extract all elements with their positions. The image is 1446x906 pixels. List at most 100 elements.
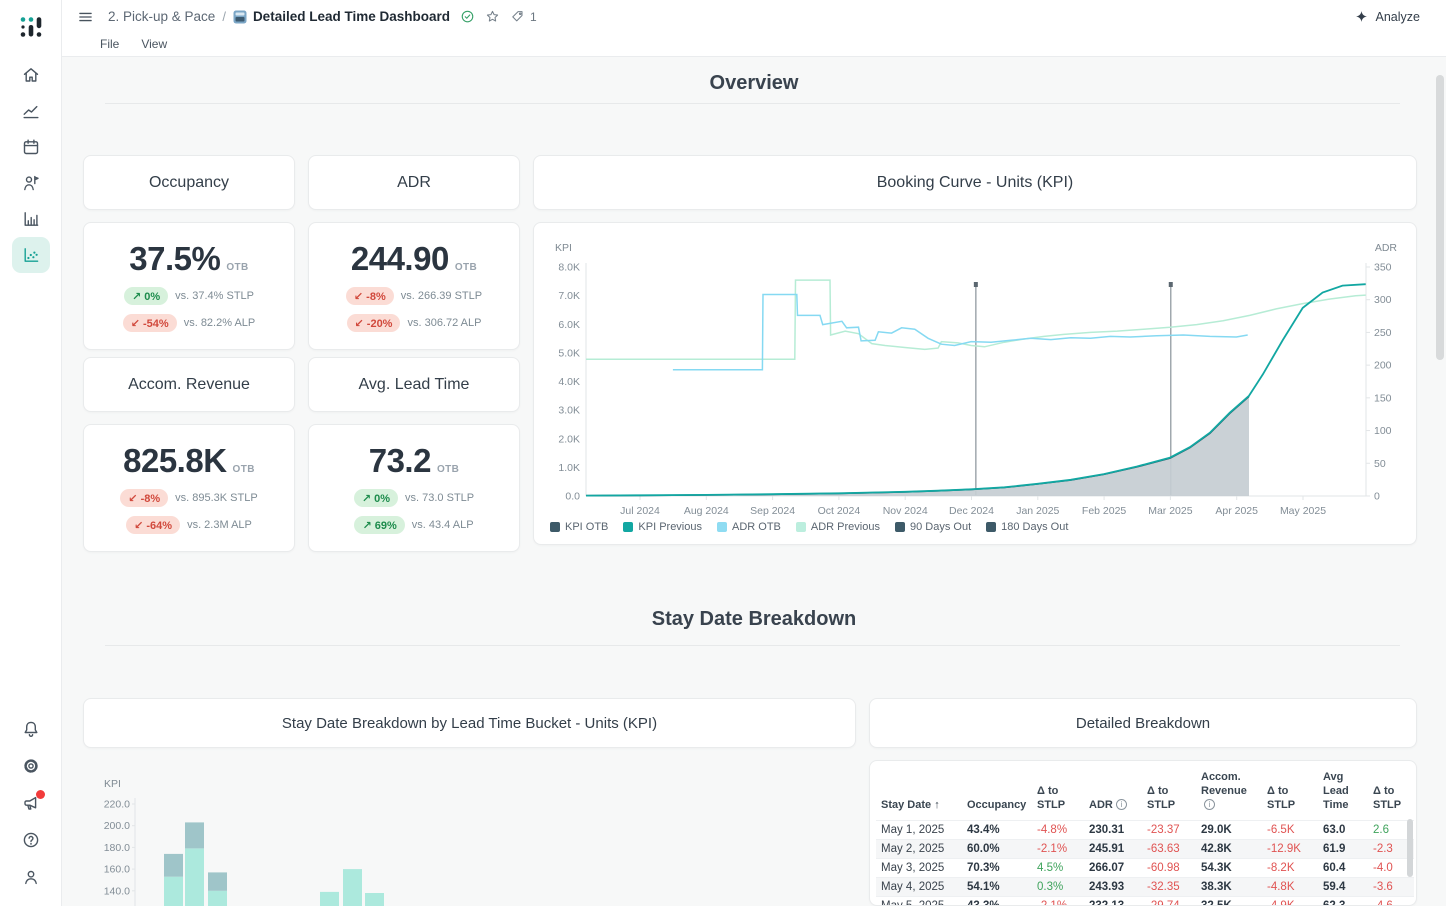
table-cell: 63.0 — [1318, 821, 1368, 840]
status-check-icon[interactable] — [460, 9, 475, 24]
kpi-delta-badge: ↙ -8% — [120, 489, 168, 507]
sidebar-item-performance[interactable] — [12, 93, 50, 129]
column-header-label: ADR — [1089, 799, 1113, 811]
kpi-comparison-text: vs. 2.3M ALP — [187, 519, 252, 531]
sidebar-item-account[interactable] — [12, 859, 50, 895]
table-cell: 32.5K — [1196, 897, 1262, 906]
kpi-card-title: Accom. Revenue — [128, 376, 250, 394]
column-header[interactable]: Avg Lead Time — [1318, 761, 1368, 821]
table-cell: 29.0K — [1196, 821, 1262, 840]
table-cell: -63.63 — [1142, 840, 1196, 859]
analyze-button[interactable]: Analyze — [1354, 9, 1420, 24]
favorite-star-icon[interactable] — [485, 9, 500, 24]
person-icon — [21, 867, 41, 887]
legend-label: ADR Previous — [811, 521, 880, 533]
sidebar-item-reports[interactable] — [12, 201, 50, 237]
kpi-comparison-text: vs. 73.0 STLP — [405, 492, 474, 504]
kpi-value-suffix: OTB — [455, 262, 477, 273]
svg-text:8.0K: 8.0K — [558, 262, 580, 274]
table-row[interactable]: May 2, 202560.0%-2.1%245.91-63.6342.8K-1… — [876, 840, 1414, 859]
legend-item[interactable]: ADR Previous — [796, 521, 880, 533]
sidebar-item-settings[interactable] — [12, 748, 50, 784]
kpi-card-avg-lead-time: 73.2OTB↗ 0%vs. 73.0 STLP↗ 69%vs. 43.4 AL… — [308, 424, 520, 552]
svg-text:3.0K: 3.0K — [558, 405, 580, 417]
kpi-badge-row: ↙ -20%vs. 306.72 ALP — [347, 314, 482, 332]
sidebar-item-announcements[interactable] — [12, 785, 50, 821]
detailed-breakdown-table[interactable]: Stay Date ↑OccupancyΔ to STLPADRiΔ to ST… — [876, 761, 1414, 906]
column-header[interactable]: Δ to STLP — [1368, 761, 1414, 821]
legend-item[interactable]: KPI Previous — [623, 521, 702, 533]
info-icon[interactable]: i — [1116, 799, 1127, 810]
dashboard-thumbnail-icon — [233, 10, 247, 24]
sidebar-item-home[interactable] — [12, 57, 50, 93]
column-header[interactable]: Δ to STLP — [1142, 761, 1196, 821]
svg-text:Jul 2024: Jul 2024 — [620, 505, 660, 517]
kpi-delta-badge: ↙ -64% — [126, 516, 180, 534]
kpi-card-title: ADR — [397, 174, 431, 192]
main-content[interactable]: Overview Occupancy37.5%OTB↗ 0%vs. 37.4% … — [62, 57, 1446, 906]
kpi-value-row: 825.8KOTB — [123, 442, 255, 480]
table-cell: 266.07 — [1084, 859, 1142, 878]
table-cell: -4.6 — [1368, 897, 1414, 906]
column-header[interactable]: ADRi — [1084, 761, 1142, 821]
kpi-value-row: 37.5%OTB — [129, 240, 248, 278]
table-cell: 43.3% — [962, 897, 1032, 906]
sidebar-item-lead-time[interactable] — [12, 237, 50, 273]
app-logo[interactable] — [0, 14, 62, 40]
svg-text:ADR: ADR — [1375, 242, 1398, 254]
svg-text:Mar 2025: Mar 2025 — [1148, 505, 1193, 517]
column-header[interactable]: Δ to STLP — [1032, 761, 1084, 821]
svg-text:50: 50 — [1374, 458, 1386, 470]
svg-text:1.0K: 1.0K — [558, 462, 580, 474]
legend-label: KPI Previous — [638, 521, 702, 533]
table-cell: -3.6 — [1368, 878, 1414, 897]
legend-item[interactable]: ADR OTB — [717, 521, 781, 533]
sidebar-item-demand[interactable] — [12, 165, 50, 201]
column-header[interactable]: Stay Date ↑ — [876, 761, 962, 821]
table-cell: -29.74 — [1142, 897, 1196, 906]
table-cell: 0.3% — [1032, 878, 1084, 897]
table-row[interactable]: May 1, 202543.4%-4.8%230.31-23.3729.0K-6… — [876, 821, 1414, 840]
column-header[interactable]: Δ to STLP — [1262, 761, 1318, 821]
legend-label: KPI OTB — [565, 521, 608, 533]
table-row[interactable]: May 3, 202570.3%4.5%266.07-60.9854.3K-8.… — [876, 859, 1414, 878]
sidebar-item-help[interactable] — [12, 822, 50, 858]
legend-swatch — [895, 522, 905, 532]
table-cell: 62.3 — [1318, 897, 1368, 906]
kpi-delta-badge: ↗ 69% — [354, 516, 404, 534]
column-header-label: Δ to STLP — [1373, 785, 1401, 811]
menu-view[interactable]: View — [141, 37, 167, 51]
legend-label: 90 Days Out — [910, 521, 971, 533]
lead-time-bucket-chart[interactable]: KPI220.0200.0180.0160.0140.0 — [83, 760, 856, 906]
svg-text:Aug 2024: Aug 2024 — [684, 505, 729, 517]
svg-text:200: 200 — [1374, 360, 1392, 372]
column-header[interactable]: Occupancy — [962, 761, 1032, 821]
analyze-label: Analyze — [1376, 10, 1420, 24]
tag-icon[interactable] — [510, 9, 525, 24]
hamburger-menu-icon[interactable] — [77, 9, 94, 25]
breadcrumb-parent[interactable]: 2. Pick-up & Pace — [108, 9, 215, 24]
info-icon[interactable]: i — [1204, 799, 1215, 810]
table-row[interactable]: May 5, 202543.3%-2.1%232.13-29.7432.5K-4… — [876, 897, 1414, 906]
table-scrollbar-thumb[interactable] — [1407, 819, 1413, 877]
booking-curve-chart[interactable]: KPIADR8.0K7.0K6.0K5.0K4.0K3.0K2.0K1.0K0.… — [534, 223, 1418, 519]
legend-swatch — [717, 522, 727, 532]
column-header[interactable]: Accom. Revenuei — [1196, 761, 1262, 821]
kpi-comparison-text: vs. 37.4% STLP — [175, 290, 254, 302]
legend-item[interactable]: 90 Days Out — [895, 521, 971, 533]
svg-text:KPI: KPI — [555, 242, 572, 254]
page-scrollbar-thumb[interactable] — [1436, 75, 1444, 360]
legend-label: 180 Days Out — [1001, 521, 1068, 533]
menu-file[interactable]: File — [100, 37, 119, 51]
svg-text:200.0: 200.0 — [104, 820, 130, 832]
kpi-comparison-text: vs. 895.3K STLP — [175, 492, 258, 504]
table-cell: 60.0% — [962, 840, 1032, 859]
sidebar-item-calendar[interactable] — [12, 129, 50, 165]
sidebar-item-notifications[interactable] — [12, 711, 50, 747]
table-row[interactable]: May 4, 202554.1%0.3%243.93-32.3538.3K-4.… — [876, 878, 1414, 897]
table-cell: -23.37 — [1142, 821, 1196, 840]
legend-item[interactable]: KPI OTB — [550, 521, 608, 533]
table-cell: May 1, 2025 — [876, 821, 962, 840]
booking-curve-card-header: Booking Curve - Units (KPI) — [533, 155, 1417, 210]
legend-item[interactable]: 180 Days Out — [986, 521, 1068, 533]
